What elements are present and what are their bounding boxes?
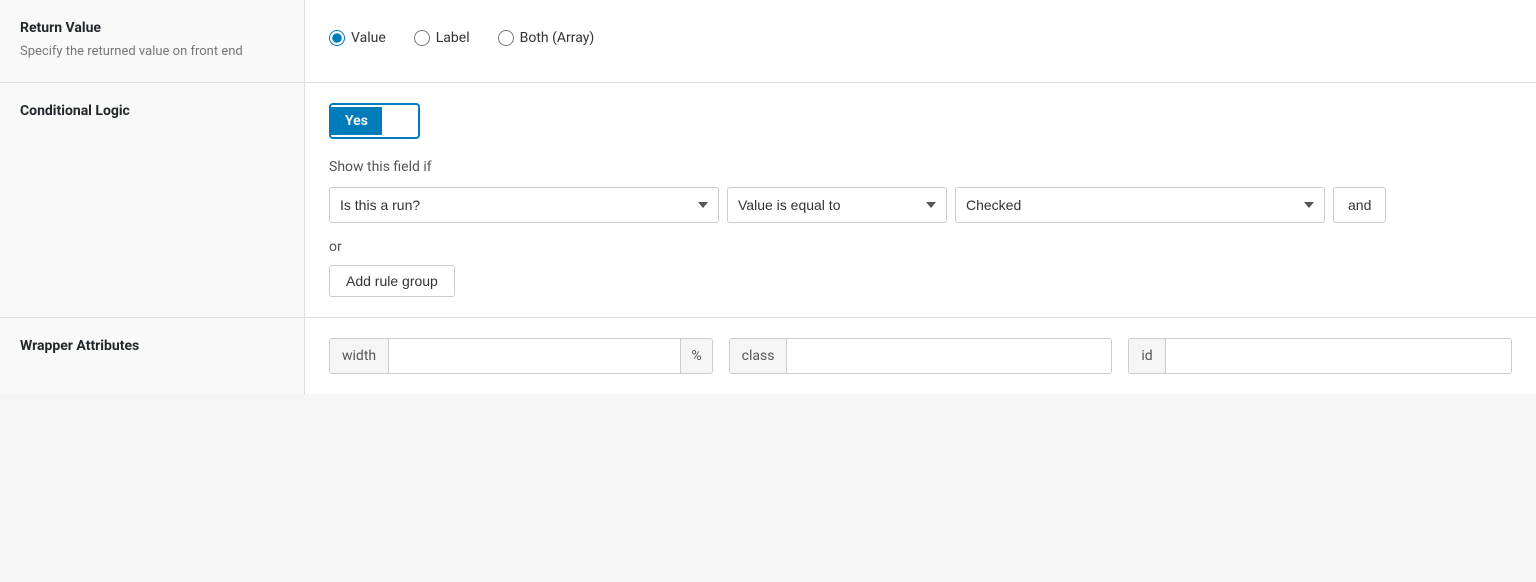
id-label: id [1129,339,1165,373]
or-label: or [329,239,1512,255]
add-rule-group-button[interactable]: Add rule group [329,265,455,297]
radio-both-input[interactable] [498,30,514,46]
wrapper-attrs-group: width % class id [329,338,1512,374]
width-suffix: % [680,339,711,373]
width-input[interactable] [389,339,680,373]
radio-value-input[interactable] [329,30,345,46]
conditional-logic-row: Conditional Logic Yes Show this field if… [0,83,1536,318]
return-value-title: Return Value [20,20,284,36]
return-value-row: Return Value Specify the returned value … [0,0,1536,83]
width-attr-group: width % [329,338,713,374]
field-select[interactable]: Is this a run? [329,187,719,223]
width-label: width [330,339,389,373]
class-input[interactable] [787,339,1111,373]
return-value-label-col: Return Value Specify the returned value … [0,0,305,82]
radio-label-input[interactable] [414,30,430,46]
checked-select[interactable]: Checked [955,187,1325,223]
radio-both-label: Both (Array) [520,30,595,46]
toggle-yes-label: Yes [331,107,382,135]
id-attr-group: id [1128,338,1512,374]
wrapper-attributes-content: width % class id [305,318,1536,394]
toggle-no-label [382,115,418,127]
id-input[interactable] [1166,339,1511,373]
radio-option-value[interactable]: Value [329,30,386,46]
value-condition-select[interactable]: Value is equal to [727,187,947,223]
conditional-logic-title: Conditional Logic [20,103,284,119]
toggle-container: Yes [329,103,1512,139]
show-field-label: Show this field if [329,159,1512,175]
class-label: class [730,339,788,373]
class-attr-group: class [729,338,1113,374]
return-value-desc: Specify the returned value on front end [20,42,284,62]
conditional-logic-content: Yes Show this field if Is this a run? Va… [305,83,1536,317]
return-value-content: Value Label Both (Array) [305,0,1536,82]
toggle-switch[interactable]: Yes [329,103,420,139]
settings-panel: Return Value Specify the returned value … [0,0,1536,394]
conditional-logic-label-col: Conditional Logic [0,83,305,317]
return-value-radio-group: Value Label Both (Array) [329,20,1512,56]
radio-option-label[interactable]: Label [414,30,470,46]
radio-label-label: Label [436,30,470,46]
condition-row: Is this a run? Value is equal to Checked… [329,187,1512,223]
radio-value-label: Value [351,30,386,46]
radio-option-both[interactable]: Both (Array) [498,30,595,46]
wrapper-attributes-row: Wrapper Attributes width % class id [0,318,1536,394]
wrapper-attributes-label-col: Wrapper Attributes [0,318,305,394]
add-rule-group-container: Add rule group [329,265,1512,297]
and-button[interactable]: and [1333,187,1386,223]
wrapper-attributes-title: Wrapper Attributes [20,338,284,354]
